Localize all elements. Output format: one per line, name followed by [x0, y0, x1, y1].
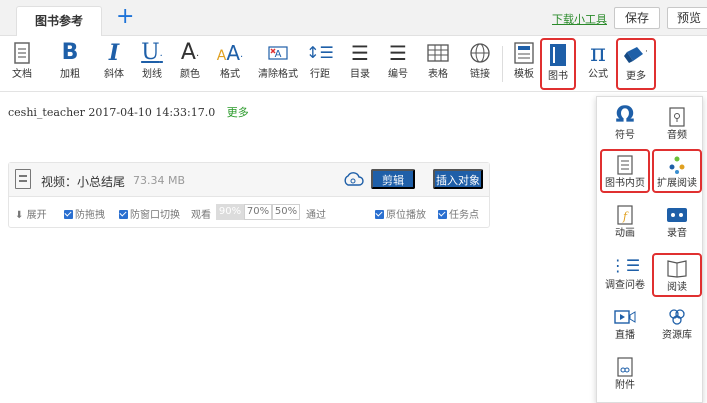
toolbar-formula[interactable]: π 公式 — [580, 38, 616, 90]
expand-icon: ⬇ — [15, 210, 24, 221]
omega-icon: Ω — [615, 103, 635, 128]
video-title: 视频：小总结尾 — [41, 175, 126, 189]
toolbar-format[interactable]: AA· 格式 — [212, 38, 248, 90]
more-icon: · — [618, 40, 654, 70]
toolbar-underline[interactable]: U· 划线 — [134, 38, 170, 90]
dropdown-reading[interactable]: 阅读 — [652, 253, 702, 297]
prevent-switch-checkbox[interactable]: 防窗口切换 — [119, 206, 180, 221]
dropdown-audio[interactable]: 音频 — [652, 103, 702, 147]
plus-icon[interactable]: + — [116, 4, 134, 30]
video-options: ⬇ 展开 防拖拽 防窗口切换 观看 90% 70% 50% 通过 原位播放 任务… — [9, 203, 489, 223]
cloud-upload-icon[interactable] — [342, 170, 364, 190]
checkbox-checked-icon — [119, 210, 128, 219]
toolbar-list[interactable]: ☰ 目录 — [342, 38, 378, 90]
live-icon — [600, 303, 650, 329]
dropdown-live[interactable]: 直播 — [600, 303, 650, 347]
book-page-icon — [602, 151, 648, 177]
bold-icon: B — [61, 40, 79, 65]
italic-icon: I — [108, 40, 120, 66]
author-timestamp: ceshi_teacher 2017-04-10 14:33:17.0 更多 — [8, 104, 249, 120]
task-point-checkbox[interactable]: 任务点 — [438, 206, 479, 221]
dropdown-attachment[interactable]: 附件 — [600, 353, 650, 397]
watch-label: 观看 — [191, 210, 211, 221]
animation-icon: f — [600, 201, 650, 227]
toolbar-italic[interactable]: I 斜体 — [96, 38, 132, 90]
percent-option-70[interactable]: 70% — [244, 204, 272, 220]
dropdown-extended-reading[interactable]: 扩展阅读 — [652, 149, 702, 193]
line-spacing-icon: ↕☰ — [306, 43, 334, 62]
file-icon — [15, 169, 31, 189]
attachment-icon — [600, 353, 650, 379]
top-bar: 图书参考 + 下载小工具 保存 预览 — [0, 0, 707, 36]
toolbar-bold[interactable]: B 加粗 — [52, 38, 88, 90]
percent-option-50[interactable]: 50% — [272, 204, 300, 220]
preview-button[interactable]: 预览 — [667, 7, 707, 29]
toolbar-more[interactable]: · 更多 — [616, 38, 656, 90]
link-icon — [462, 38, 498, 68]
more-dropdown: Ω 符号 音频 图书内页 扩展阅读 f 动画 录音 ⋮☰ 调查问卷 阅读 直播 … — [596, 96, 703, 403]
download-tool-link[interactable]: 下载小工具 — [552, 11, 607, 27]
dropdown-book-page[interactable]: 图书内页 — [600, 149, 650, 193]
dropdown-animation[interactable]: f 动画 — [600, 201, 650, 245]
dropdown-survey[interactable]: ⋮☰ 调查问卷 — [600, 253, 650, 297]
recording-icon — [652, 201, 702, 227]
expand-toggle[interactable]: ⬇ 展开 — [15, 206, 47, 221]
survey-icon: ⋮☰ — [609, 256, 641, 275]
resource-library-icon — [652, 303, 702, 329]
document-icon — [4, 38, 40, 68]
formula-icon: π — [590, 39, 606, 67]
audio-file-icon — [652, 103, 702, 129]
toolbar-line-spacing[interactable]: ↕☰ 行距 — [302, 38, 338, 90]
toolbar-table[interactable]: 表格 — [420, 38, 456, 90]
percent-option-90[interactable]: 90% — [216, 204, 244, 220]
font-format-icon: AA· — [216, 41, 244, 65]
template-icon — [506, 38, 542, 68]
video-card-header: 视频：小总结尾 73.34 MB 剪辑 插入对象 — [9, 163, 489, 197]
book-icon — [542, 40, 574, 70]
clear-format-icon: A — [258, 38, 298, 68]
dropdown-recording[interactable]: 录音 — [652, 201, 702, 245]
list-icon: ☰ — [351, 41, 369, 65]
toolbar-font-color[interactable]: A· 颜色 — [172, 38, 208, 90]
dropdown-resource-library[interactable]: 资源库 — [652, 303, 702, 347]
resume-play-checkbox[interactable]: 原位播放 — [375, 206, 426, 221]
svg-text:·: · — [645, 47, 648, 57]
video-size: 73.34 MB — [133, 174, 186, 187]
numbered-list-icon: ☰ — [389, 41, 407, 65]
insert-object-button[interactable]: 插入对象 — [433, 169, 483, 189]
toolbar-clear-format[interactable]: A 清除格式 — [258, 38, 298, 90]
more-link[interactable]: 更多 — [227, 106, 249, 119]
editor-page: 图书参考 + 下载小工具 保存 预览 文档 B 加粗 I 斜体 U· 划线 A·… — [0, 0, 707, 403]
table-icon — [420, 38, 456, 68]
checkbox-checked-icon — [375, 210, 384, 219]
toolbar-document[interactable]: 文档 — [4, 38, 40, 90]
checkbox-checked-icon — [438, 210, 447, 219]
edit-video-button[interactable]: 剪辑 — [371, 169, 415, 189]
toolbar-link[interactable]: 链接 — [462, 38, 498, 90]
tab-book-reference[interactable]: 图书参考 — [16, 6, 102, 36]
extended-reading-icon — [654, 151, 700, 177]
toolbar-template[interactable]: 模板 — [506, 38, 542, 90]
toolbar-separator — [502, 46, 503, 82]
reading-icon — [654, 255, 700, 281]
svg-text:f: f — [622, 210, 629, 223]
svg-text:A: A — [275, 49, 282, 60]
author-date-text: ceshi_teacher 2017-04-10 14:33:17.0 — [8, 106, 216, 119]
pass-label: 通过 — [306, 210, 326, 221]
save-button[interactable]: 保存 — [614, 7, 660, 29]
font-color-icon: A· — [180, 40, 200, 65]
checkbox-checked-icon — [64, 210, 73, 219]
toolbar-book[interactable]: 图书 — [540, 38, 576, 90]
underline-icon: U· — [141, 40, 163, 65]
video-card: 视频：小总结尾 73.34 MB 剪辑 插入对象 ⬇ 展开 防拖拽 防窗口切换 … — [8, 162, 490, 228]
toolbar-numbered[interactable]: ☰ 编号 — [380, 38, 416, 90]
editor-toolbar: 文档 B 加粗 I 斜体 U· 划线 A· 颜色 AA· 格式 A 清除格式 ↕… — [0, 36, 707, 92]
prevent-drag-checkbox[interactable]: 防拖拽 — [64, 206, 105, 221]
dropdown-symbol[interactable]: Ω 符号 — [600, 103, 650, 147]
